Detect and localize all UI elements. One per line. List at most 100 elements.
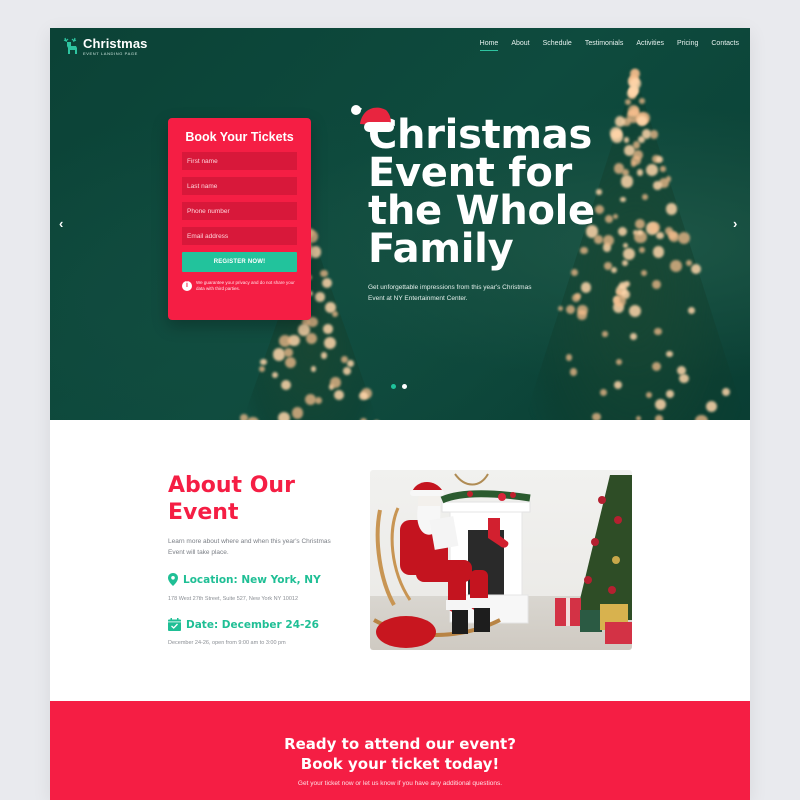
last-name-input[interactable] [182, 177, 297, 195]
bokeh-light [272, 348, 285, 361]
bokeh-light [291, 407, 304, 419]
bokeh-light [637, 229, 643, 236]
logo[interactable]: Christmas EVENT LANDING PAGE [62, 36, 147, 56]
bokeh-light [638, 97, 645, 104]
bokeh-light [259, 365, 266, 372]
email-address-input[interactable] [182, 227, 297, 245]
first-name-input[interactable] [182, 152, 297, 170]
cta-title-line: Ready to attend our event? [284, 735, 516, 753]
bokeh-light [577, 304, 588, 316]
bokeh-light [645, 164, 658, 177]
santa-scene-illustration [373, 473, 632, 648]
hero-headline-block: Christmas Event for the Whole Family Get… [351, 105, 628, 304]
calendar-check-icon [168, 618, 181, 631]
nav-item-about[interactable]: About [511, 40, 529, 51]
location-row: Location: New York, NY [168, 573, 321, 586]
nav-item-pricing[interactable]: Pricing [677, 40, 698, 51]
bokeh-light [630, 78, 641, 89]
carousel-dot-2[interactable] [402, 384, 407, 389]
location-detail: 178 West 27th Street, Suite 527, New Yor… [168, 596, 299, 602]
bokeh-light [343, 366, 352, 375]
bokeh-light [320, 352, 328, 359]
logo-title: Christmas [83, 35, 148, 51]
cta-section: Ready to attend our event? Book your tic… [50, 701, 750, 800]
carousel-dots [391, 384, 407, 389]
about-title-line: About Our [168, 473, 295, 498]
bokeh-light [637, 116, 647, 127]
bokeh-light [592, 412, 601, 420]
cta-subtitle: Get your ticket now or let us know if yo… [297, 780, 503, 787]
bokeh-light [653, 181, 663, 190]
info-icon: i [182, 281, 192, 291]
hero-title: Christmas Event for the Whole Family [368, 112, 628, 272]
bokeh-light [321, 278, 332, 289]
privacy-text: We guarantee your privacy and do not sha… [196, 280, 295, 291]
bokeh-light [599, 389, 607, 397]
about-title-line: Event [168, 500, 239, 525]
cta-title-line: Book your ticket today! [300, 755, 500, 773]
santa-fireplace-photo [370, 470, 632, 650]
bokeh-light [323, 324, 334, 334]
bokeh-light [565, 354, 573, 361]
bokeh-light [638, 246, 645, 253]
carousel-prev-arrow-icon[interactable]: ‹ [59, 216, 63, 231]
bokeh-light [652, 279, 662, 289]
hero-title-line: Christmas [368, 112, 592, 158]
bokeh-light [277, 411, 290, 420]
about-section: About Our Event Learn more about where a… [50, 420, 750, 701]
about-description: Learn more about where and when this yea… [168, 538, 331, 556]
hero-title-line: Family [368, 226, 514, 272]
bokeh-light [284, 348, 293, 357]
nav-item-activities[interactable]: Activities [636, 40, 664, 51]
phone-number-input[interactable] [182, 202, 297, 220]
bokeh-light [260, 358, 267, 366]
booking-form-title: Book Your Tickets [185, 130, 294, 144]
bokeh-light [634, 218, 646, 230]
hero-subtitle: Get unforgettable impressions from this … [368, 284, 532, 302]
santa-hat-icon [351, 105, 394, 132]
hero-title-line: Event for [368, 150, 572, 196]
bokeh-light [628, 104, 640, 116]
main-nav: Home About Schedule Testimonials Activit… [467, 40, 739, 51]
bokeh-light [654, 398, 666, 410]
bokeh-light [679, 373, 689, 384]
nav-item-testimonials[interactable]: Testimonials [585, 40, 624, 51]
date-row: Date: December 24-26 [168, 618, 319, 631]
bokeh-light [315, 292, 325, 302]
bokeh-light [666, 389, 675, 398]
nav-item-home[interactable]: Home [479, 40, 498, 51]
privacy-notice: i We guarantee your privacy and do not s… [182, 280, 297, 292]
bokeh-light [310, 365, 317, 372]
bokeh-light [347, 360, 354, 367]
hero-title-line: the Whole [368, 188, 595, 234]
bokeh-light [660, 166, 666, 172]
about-title: About Our Event [168, 472, 295, 526]
bokeh-light [666, 203, 678, 215]
carousel-next-arrow-icon[interactable]: › [733, 216, 737, 231]
date-detail: December 24-26, open from 9:00 am to 3:0… [168, 640, 286, 646]
bokeh-light [359, 391, 368, 401]
date-title: Date: December 24-26 [186, 618, 319, 631]
logo-subtitle: EVENT LANDING PAGE [83, 50, 138, 56]
bokeh-light [687, 307, 695, 315]
nav-item-schedule[interactable]: Schedule [543, 40, 572, 51]
reindeer-icon [63, 37, 77, 54]
bokeh-light [668, 230, 677, 240]
nav-item-contacts[interactable]: Contacts [711, 40, 739, 51]
bokeh-light [691, 264, 702, 275]
bokeh-light [649, 130, 659, 139]
bokeh-light [655, 231, 664, 240]
register-now-button[interactable]: REGISTER NOW! [182, 252, 297, 272]
bokeh-light [298, 324, 310, 336]
bokeh-light [320, 269, 329, 278]
bokeh-light [654, 327, 662, 335]
bokeh-light [666, 176, 672, 182]
bokeh-light [685, 260, 692, 266]
bokeh-light [633, 149, 644, 160]
bokeh-light [666, 350, 673, 358]
cta-title: Ready to attend our event? Book your tic… [50, 734, 750, 774]
hero-section: Christmas EVENT LANDING PAGE Home About … [50, 28, 750, 420]
carousel-dot-1[interactable] [391, 384, 396, 389]
location-pin-icon [168, 573, 178, 586]
bokeh-light [272, 371, 279, 378]
